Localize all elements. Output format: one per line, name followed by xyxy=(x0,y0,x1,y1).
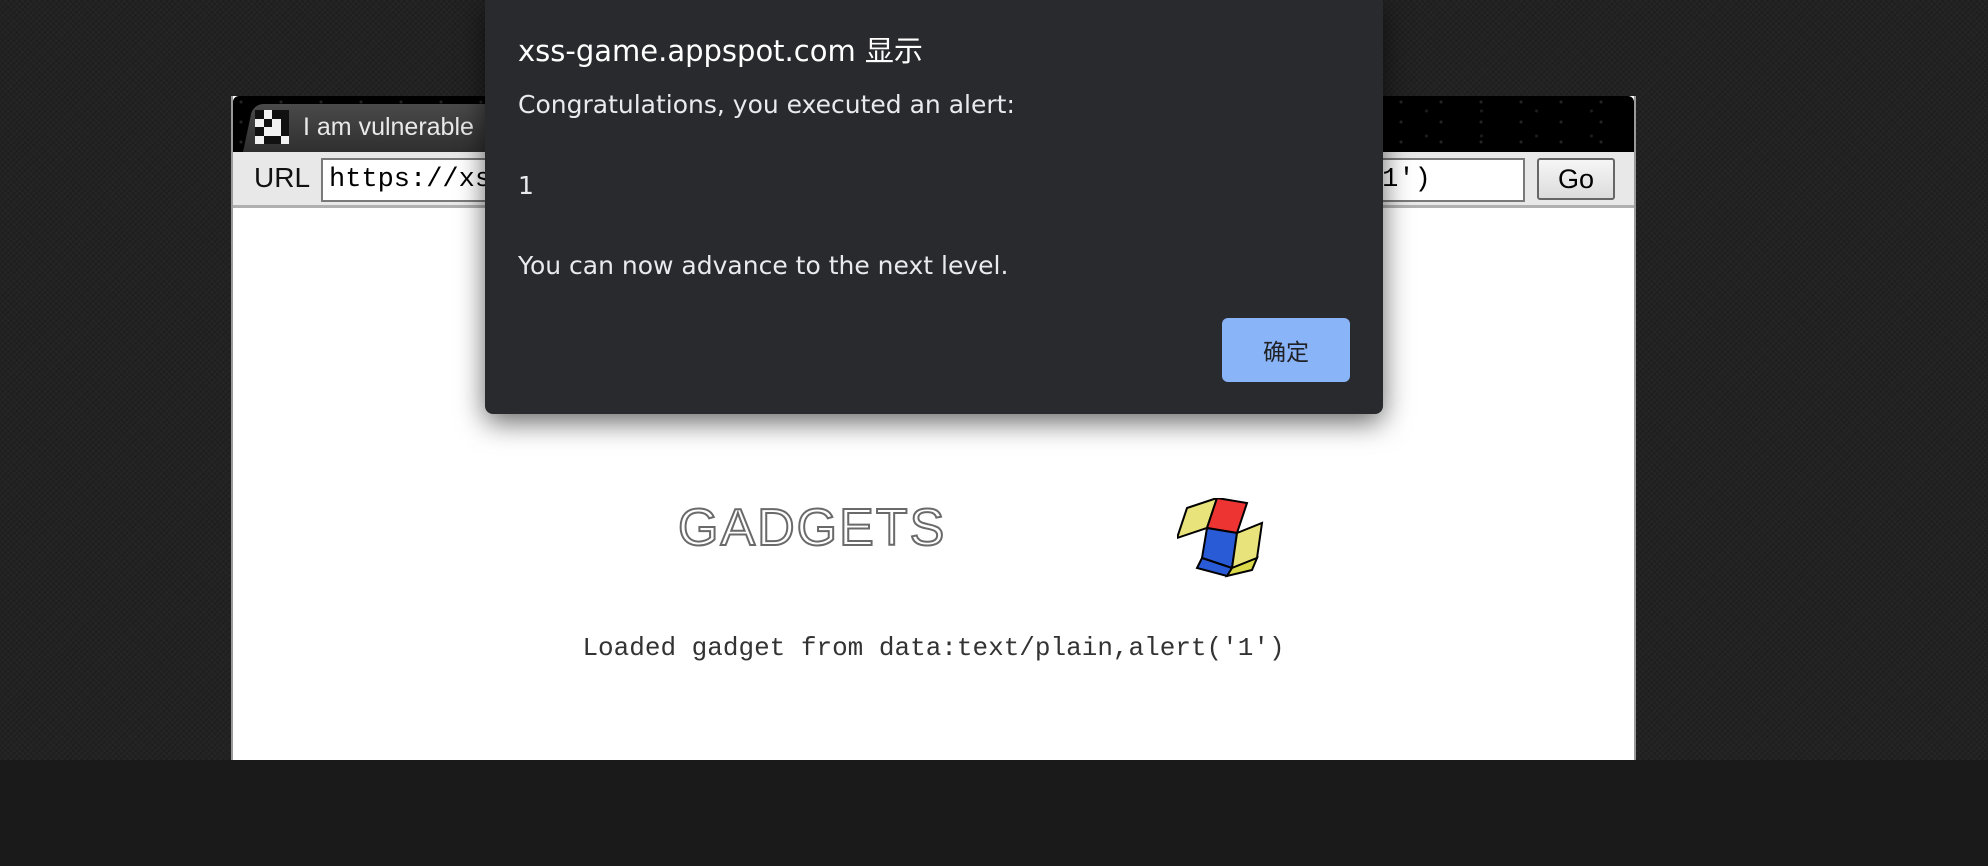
ok-button[interactable]: 确定 xyxy=(1222,318,1350,382)
dialog-title: xss-game.appspot.com 显示 xyxy=(518,34,923,68)
tab-title: I am vulnerable xyxy=(303,112,474,141)
tab-content: I am vulnerable xyxy=(255,110,474,144)
alert-dialog: xss-game.appspot.com 显示 Congratulations,… xyxy=(485,0,1383,414)
rubiks-cube-icon xyxy=(1177,498,1264,578)
loaded-gadget-message: Loaded gadget from data:text/plain,alert… xyxy=(582,633,1285,663)
checker-favicon-icon xyxy=(255,110,289,144)
dialog-advance-text: You can now advance to the next level. xyxy=(518,251,1009,280)
bottom-strip xyxy=(0,760,1988,866)
dialog-alert-value: 1 xyxy=(518,171,534,200)
dialog-message: Congratulations, you executed an alert: xyxy=(518,90,1015,119)
gadgets-logo: GADGETS xyxy=(677,498,947,558)
url-label: URL xyxy=(254,162,311,193)
go-button[interactable]: Go xyxy=(1537,158,1615,200)
